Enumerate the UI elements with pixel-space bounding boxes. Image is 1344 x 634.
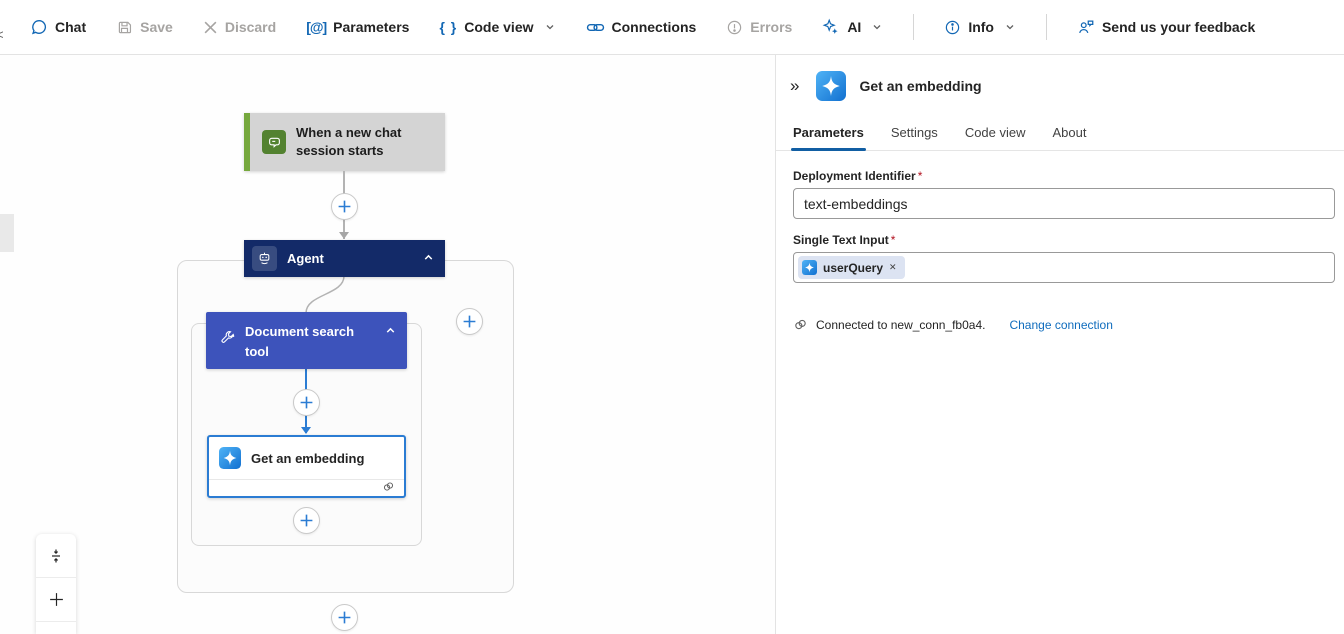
- info-button[interactable]: Info: [944, 19, 1016, 36]
- action-node-get-embedding[interactable]: Get an embedding: [207, 435, 406, 498]
- insert-step-button[interactable]: [293, 389, 320, 416]
- chat-button[interactable]: Chat: [30, 18, 86, 36]
- agent-robot-icon: [252, 246, 277, 271]
- toolbar-separator: [1046, 14, 1047, 40]
- panel-title: Get an embedding: [859, 78, 981, 94]
- fit-to-view-button[interactable]: [36, 534, 76, 578]
- remove-token-icon[interactable]: ✕: [889, 262, 897, 273]
- discard-button[interactable]: Discard: [203, 19, 276, 35]
- connection-status: Connected to new_conn_fb0a4.: [816, 318, 985, 332]
- arrowhead: [339, 232, 349, 239]
- chevron-down-icon[interactable]: [1004, 21, 1016, 33]
- panel-header: » Get an embedding: [776, 55, 1344, 101]
- save-icon: [116, 19, 133, 36]
- wrench-icon: [220, 330, 235, 348]
- chevron-down-icon[interactable]: [544, 21, 556, 33]
- insert-step-button[interactable]: [331, 193, 358, 220]
- arrowhead: [301, 427, 311, 434]
- discard-icon: [203, 20, 218, 35]
- feedback-icon: [1077, 18, 1095, 36]
- add-action-button[interactable]: [293, 507, 320, 534]
- connection-link-icon: [382, 480, 395, 496]
- tab-about[interactable]: About: [1053, 125, 1087, 150]
- trigger-node[interactable]: When a new chat session starts: [244, 113, 445, 171]
- parameters-button[interactable]: [@] Parameters: [306, 19, 409, 35]
- add-branch-button[interactable]: [456, 308, 483, 335]
- required-asterisk: *: [918, 169, 923, 183]
- ai-button[interactable]: AI: [822, 18, 883, 36]
- tab-parameters[interactable]: Parameters: [793, 125, 864, 150]
- token-pill-userquery[interactable]: userQuery ✕: [798, 256, 905, 279]
- deployment-identifier-label: Deployment Identifier*: [793, 169, 1344, 183]
- single-text-input-label: Single Text Input*: [793, 233, 1344, 247]
- code-view-button[interactable]: { } Code view: [439, 19, 555, 35]
- single-text-input-field[interactable]: userQuery ✕: [793, 252, 1335, 283]
- chevron-up-icon[interactable]: [384, 324, 397, 340]
- chat-icon: [30, 18, 48, 36]
- action-label: Get an embedding: [251, 451, 364, 466]
- add-node-button[interactable]: [331, 604, 358, 631]
- errors-button[interactable]: Errors: [726, 19, 792, 36]
- edge-agent-tool: [280, 276, 360, 313]
- chevron-down-icon[interactable]: [871, 21, 883, 33]
- info-icon: [944, 19, 961, 36]
- tab-settings[interactable]: Settings: [891, 125, 938, 150]
- left-panel-handle[interactable]: [0, 214, 14, 252]
- canvas-zoom-controls: [36, 534, 76, 634]
- connections-button[interactable]: Connections: [586, 19, 697, 35]
- tool-node[interactable]: Document search tool: [206, 312, 407, 369]
- edge-cut-glyph: <: [0, 27, 4, 42]
- trigger-label: When a new chat session starts: [296, 124, 445, 159]
- embedding-sparkle-icon: [816, 71, 846, 101]
- code-view-icon: { }: [439, 19, 457, 35]
- tool-label: Document search tool: [245, 322, 374, 361]
- token-label: userQuery: [823, 261, 883, 275]
- toolbar: < Chat Save Discard [@] Parameters { } C…: [0, 0, 1344, 55]
- required-asterisk: *: [891, 233, 896, 247]
- token-sparkle-icon: [802, 260, 817, 275]
- ai-sparkle-icon: [822, 18, 840, 36]
- panel-body: Deployment Identifier* Single Text Input…: [776, 151, 1344, 332]
- errors-icon: [726, 19, 743, 36]
- chevron-up-icon[interactable]: [422, 251, 435, 267]
- parameters-icon: [@]: [306, 19, 326, 35]
- embedding-sparkle-icon: [219, 447, 241, 469]
- panel-tabs: Parameters Settings Code view About: [776, 125, 1344, 151]
- collapse-panel-icon[interactable]: »: [786, 74, 803, 98]
- feedback-button[interactable]: Send us your feedback: [1077, 18, 1255, 36]
- tab-code-view[interactable]: Code view: [965, 125, 1026, 150]
- details-panel: » Get an embedding Parameters Settings C…: [776, 55, 1344, 634]
- workflow-canvas[interactable]: When a new chat session starts Agent: [0, 55, 776, 634]
- chat-session-icon: [262, 130, 286, 154]
- connection-row: Connected to new_conn_fb0a4. Change conn…: [793, 317, 1344, 332]
- agent-node[interactable]: Agent: [244, 240, 445, 277]
- toolbar-separator: [913, 14, 914, 40]
- change-connection-link[interactable]: Change connection: [1009, 318, 1112, 332]
- save-button[interactable]: Save: [116, 19, 173, 36]
- connections-icon: [586, 20, 605, 35]
- zoom-in-button[interactable]: [36, 578, 76, 622]
- connection-link-icon: [793, 317, 808, 332]
- zoom-out-button[interactable]: [36, 622, 76, 634]
- agent-label: Agent: [287, 251, 324, 266]
- deployment-identifier-input[interactable]: [793, 188, 1335, 219]
